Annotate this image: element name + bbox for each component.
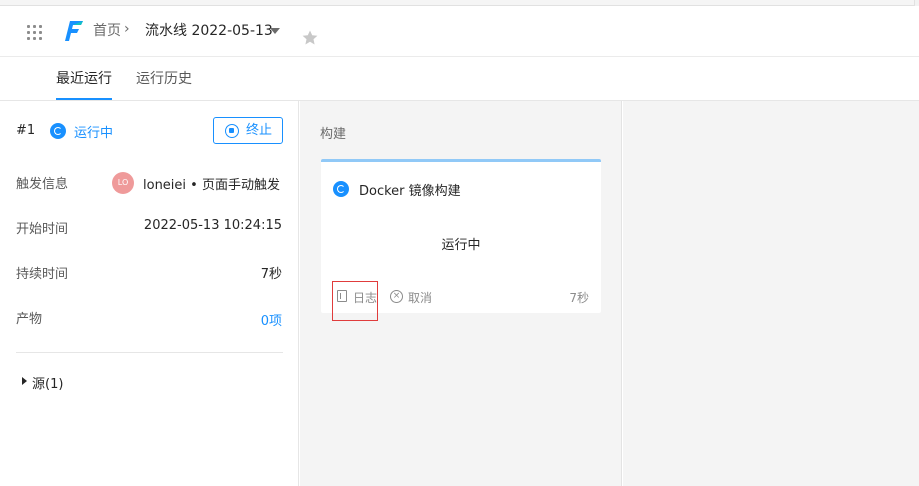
job-duration: 7秒 (569, 291, 589, 305)
empty-stage-area (623, 101, 919, 486)
tab-run-history[interactable]: 运行历史 (136, 70, 192, 88)
apps-grid-icon[interactable] (27, 25, 43, 41)
run-number: #1 (16, 123, 36, 138)
cancel-circle-icon[interactable]: × (390, 290, 403, 303)
job-state: 运行中 (441, 238, 481, 253)
cancel-job-button[interactable]: 取消 (408, 289, 432, 306)
breadcrumb-home[interactable]: 首页 (93, 22, 121, 40)
run-status: 运行中 (74, 126, 114, 141)
start-time-value: 2022-05-13 10:24:15 (143, 218, 282, 233)
run-summary-panel: #1 运行中 终止 触发信息 LO loneiei • 页面手动触发 开始时间 … (0, 101, 299, 486)
log-button[interactable]: 日志 (353, 289, 377, 306)
tab-recent-runs[interactable]: 最近运行 (56, 70, 112, 88)
app-logo-icon[interactable] (64, 18, 86, 44)
trigger-value: loneiei • 页面手动触发 (143, 178, 280, 193)
running-status-icon (50, 123, 66, 139)
trigger-label: 触发信息 (16, 177, 69, 192)
log-document-icon[interactable] (337, 290, 347, 302)
job-card-docker-build[interactable]: Docker 镜像构建 运行中 日志 × 取消 7秒 (321, 159, 601, 321)
artifacts-label: 产物 (16, 312, 43, 327)
job-name[interactable]: Docker 镜像构建 (359, 180, 461, 199)
favorite-star-icon[interactable] (301, 29, 319, 47)
stop-button-label: 终止 (246, 123, 273, 138)
stage-column-build: 构建 Docker 镜像构建 运行中 日志 × 取消 7秒 (300, 101, 622, 486)
section-divider (16, 352, 283, 353)
duration-label: 持续时间 (16, 267, 69, 282)
stage-title: 构建 (320, 127, 347, 142)
source-expand-caret-icon[interactable] (22, 377, 27, 385)
run-tabs: 最近运行 运行历史 (0, 57, 919, 101)
artifacts-link[interactable]: 0项 (261, 310, 282, 329)
stop-run-button[interactable]: 终止 (213, 117, 283, 144)
duration-value: 7秒 (260, 267, 282, 282)
breadcrumb-separator-icon: › (124, 21, 130, 37)
top-header: 首页 › 流水线 2022-05-13 (0, 6, 919, 57)
source-toggle[interactable]: 源(1) (32, 373, 63, 392)
job-running-icon (333, 181, 349, 197)
pipeline-switch-caret-icon[interactable] (270, 28, 280, 34)
start-time-label: 开始时间 (16, 222, 69, 237)
breadcrumb-pipeline[interactable]: 流水线 2022-05-13 (145, 22, 273, 40)
stop-icon (225, 124, 239, 138)
avatar: LO (112, 172, 134, 194)
active-tab-indicator (56, 98, 112, 100)
